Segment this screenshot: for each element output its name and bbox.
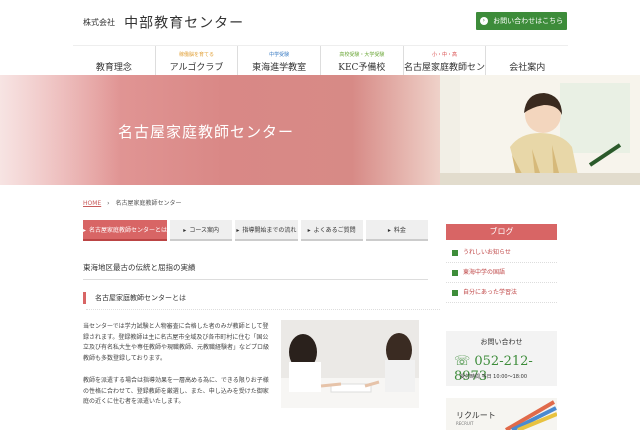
contact-title: お問い合わせ: [480, 338, 523, 346]
nav-item-kec[interactable]: 高校受験・大学受験 KEC予備校: [321, 46, 404, 76]
tab-label: 名古屋家庭教師センターとは: [89, 227, 168, 234]
caret-icon: ▸: [387, 227, 391, 234]
hero-photo: [440, 75, 640, 185]
blog-link[interactable]: うれしいお知らせ: [446, 243, 557, 263]
paragraph-2: 教師を派遣する場合は指導効果を一層高める為に、できる限りお子様の性格に合わせて、…: [83, 377, 269, 405]
nav-tag: 高校受験・大学受験: [339, 52, 385, 58]
sidebar-contact-box[interactable]: お問い合わせ ☏ 052-212-8973 受付時間 平日 10:00～18:0…: [446, 331, 557, 386]
site-logo[interactable]: 株式会社 中部教育センター: [83, 12, 244, 33]
caret-icon: ▸: [307, 227, 311, 234]
tab-label: よくあるご質問: [313, 227, 356, 234]
blog-link-label: 東海中学の国語: [463, 269, 506, 276]
tab-courses[interactable]: ▸ コース案内: [170, 220, 233, 241]
nav-tag: 中学受験: [269, 52, 290, 58]
tutoring-photo: [281, 320, 419, 408]
phone-icon: ☏: [454, 354, 475, 369]
company-name: 中部教育センター: [124, 15, 245, 32]
caret-icon: ▸: [236, 227, 240, 234]
nav-item-tokai-shingaku[interactable]: 中学受験 東海進学教室: [238, 46, 322, 76]
nav-tag: 小・中・高: [432, 52, 458, 58]
site-header: 株式会社 中部教育センター › お問い合わせはこちら: [0, 0, 640, 42]
tab-flow[interactable]: ▸ 指導開始までの流れ: [235, 220, 298, 241]
caret-icon: ▸: [83, 227, 87, 234]
global-nav: 教育理念 稼働脳を育てる アルゴクラブ 中学受験 東海進学教室 高校受験・大学受…: [73, 45, 568, 86]
tab-label: 指導開始までの流れ: [242, 227, 297, 234]
tab-label: コース案内: [189, 227, 220, 234]
contact-button[interactable]: › お問い合わせはこちら: [476, 12, 567, 30]
nav-label: 東海進学教室: [252, 63, 307, 73]
sidebar-blog-title: ブログ: [446, 224, 557, 240]
hero-fade: [0, 75, 120, 185]
section-tabs: ▸ 名古屋家庭教師センターとは ▸ コース案内 ▸ 指導開始までの流れ ▸ よくあるご質…: [83, 220, 429, 241]
nav-label: アルゴクラブ: [169, 63, 224, 73]
paragraph-1: 当センターでは学力試験と人物審査に合格した者のみが教師として登録されます。登録教…: [83, 323, 270, 362]
tutoring-photo-illustration: [281, 320, 419, 408]
body-text: 当センターでは学力試験と人物審査に合格した者のみが教師として登録されます。登録教…: [83, 322, 273, 420]
breadcrumb-current: 名古屋家庭教師センター: [115, 200, 182, 207]
nav-item-company[interactable]: 会社案内: [486, 46, 568, 76]
tab-label: 料金: [393, 227, 406, 234]
breadcrumb-home[interactable]: HOME: [83, 200, 101, 207]
tab-faq[interactable]: ▸ よくあるご質問: [300, 220, 363, 241]
arrow-right-icon: ›: [479, 17, 488, 25]
blog-link-label: 自分にあった学習法: [463, 289, 518, 296]
contact-button-label: お問い合わせはこちら: [493, 17, 564, 25]
hero-title: 名古屋家庭教師センター: [118, 123, 295, 141]
section-heading: 東海地区最古の伝統と屈指の実績: [83, 262, 428, 280]
subsection-heading: 名古屋家庭教師センターとは: [83, 292, 440, 310]
bullet-icon: [452, 269, 458, 276]
nav-item-nagoya-tutor[interactable]: 小・中・高 名古屋家庭教師センター: [404, 46, 487, 86]
nav-label: 教育理念: [95, 63, 132, 73]
blog-link[interactable]: 自分にあった学習法: [446, 283, 557, 303]
nav-label: 会社案内: [509, 63, 546, 73]
nav-label: KEC予備校: [338, 63, 386, 73]
blog-link[interactable]: 東海中学の国語: [446, 263, 557, 283]
bullet-icon: [452, 289, 458, 296]
breadcrumb: HOME › 名古屋家庭教師センター: [83, 198, 181, 207]
hero-banner: 名古屋家庭教師センター: [0, 75, 640, 185]
bullet-icon: [452, 249, 458, 256]
tab-about[interactable]: ▸ 名古屋家庭教師センターとは: [83, 220, 168, 241]
tab-fees[interactable]: ▸ 料金: [365, 220, 429, 241]
recruit-subtitle: RECRUIT: [456, 421, 474, 426]
sidebar-blog-list: うれしいお知らせ 東海中学の国語 自分にあった学習法: [446, 243, 557, 303]
sidebar-recruit-banner[interactable]: リクルート RECRUIT: [446, 398, 557, 430]
blog-link-label: うれしいお知らせ: [463, 249, 511, 256]
caret-icon: ▸: [183, 227, 187, 234]
breadcrumb-separator-icon: ›: [107, 200, 110, 207]
nav-item-philosophy[interactable]: 教育理念: [73, 46, 156, 76]
business-hours: 受付時間 平日 10:00～18:00: [460, 374, 527, 380]
nav-tag: 稼働脳を育てる: [179, 52, 215, 58]
company-prefix: 株式会社: [83, 18, 115, 27]
nav-item-algo-club[interactable]: 稼働脳を育てる アルゴクラブ: [156, 46, 239, 76]
recruit-title: リクルート: [456, 411, 496, 420]
